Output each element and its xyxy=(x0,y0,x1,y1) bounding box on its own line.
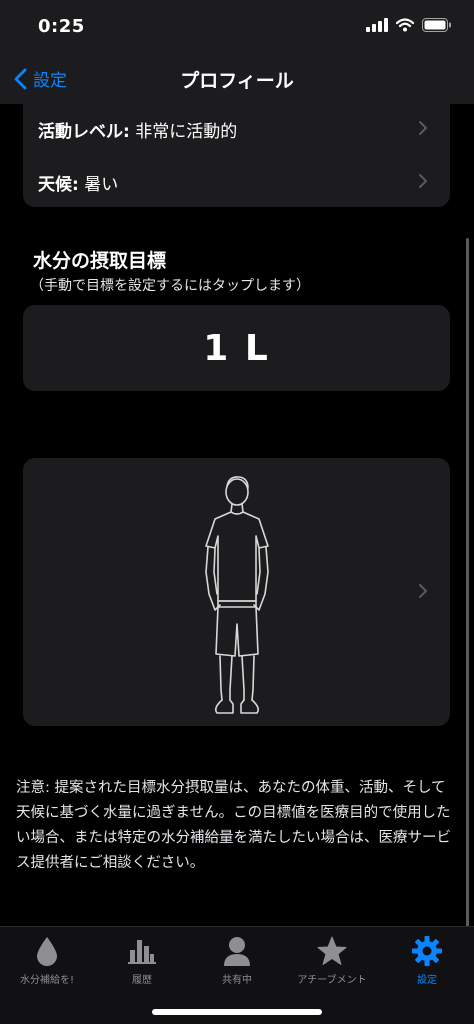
status-bar: 0:25 xyxy=(0,0,474,56)
weather-row[interactable]: 天候: 暑い xyxy=(23,157,450,207)
tab-label: 設定 xyxy=(417,975,437,986)
goal-value-button[interactable]: 1 L xyxy=(23,305,450,391)
home-indicator[interactable] xyxy=(152,1009,322,1015)
wifi-icon xyxy=(396,18,414,32)
goal-subtitle: （手動で目標を設定するにはタップします） xyxy=(30,278,310,294)
water-drop-icon xyxy=(37,937,57,966)
weather-label: 天候: 暑い xyxy=(38,170,118,195)
chevron-right-icon xyxy=(419,584,428,598)
tab-label: 共有中 xyxy=(222,975,252,986)
activity-level-label: 活動レベル: 非常に活動的 xyxy=(38,117,237,142)
tab-sharing[interactable]: 共有中 xyxy=(190,935,284,986)
tab-label: アチーブメント xyxy=(297,975,367,986)
status-time: 0:25 xyxy=(38,16,85,37)
activity-level-key: 活動レベル: xyxy=(38,121,130,142)
tab-settings[interactable]: 設定 xyxy=(380,935,474,986)
person-figure-icon xyxy=(205,476,269,714)
gear-icon xyxy=(412,936,442,966)
weather-key: 天候: xyxy=(38,174,79,195)
tab-history[interactable]: 履歴 xyxy=(95,935,189,986)
activity-level-row[interactable]: 活動レベル: 非常に活動的 xyxy=(23,104,450,154)
tab-hydrate[interactable]: 水分補給を! xyxy=(0,935,94,986)
battery-icon xyxy=(422,18,451,32)
profile-screen: 0:25 設定 プロフィール 活動レベル: 非常に活動的 天候: 暑い 水分の摂… xyxy=(0,0,474,1024)
tab-label: 履歴 xyxy=(132,975,152,986)
person-icon xyxy=(224,937,250,966)
bar-chart-icon xyxy=(128,940,156,964)
cellular-signal-icon xyxy=(366,18,388,32)
status-icons xyxy=(366,18,452,32)
tab-label: 水分補給を! xyxy=(19,975,74,986)
navigation-bar: 設定 プロフィール xyxy=(0,56,474,104)
weather-value: 暑い xyxy=(84,174,119,195)
activity-level-value: 非常に活動的 xyxy=(135,121,238,142)
settings-card: 活動レベル: 非常に活動的 天候: 暑い xyxy=(23,104,450,207)
scrollbar[interactable] xyxy=(466,238,469,1018)
goal-value: 1 L xyxy=(203,327,270,369)
star-icon xyxy=(317,936,347,965)
page-title: プロフィール xyxy=(180,70,294,92)
tab-achievements[interactable]: アチーブメント xyxy=(285,935,379,986)
chevron-right-icon xyxy=(419,121,428,135)
disclaimer-text: 注意: 提案された目標水分摂取量は、あなたの体重、活動、そして天候に基づく水量に… xyxy=(16,780,451,871)
body-figure-card[interactable] xyxy=(23,458,450,726)
goal-title: 水分の摂取目標 xyxy=(33,250,167,272)
chevron-right-icon xyxy=(419,174,428,188)
